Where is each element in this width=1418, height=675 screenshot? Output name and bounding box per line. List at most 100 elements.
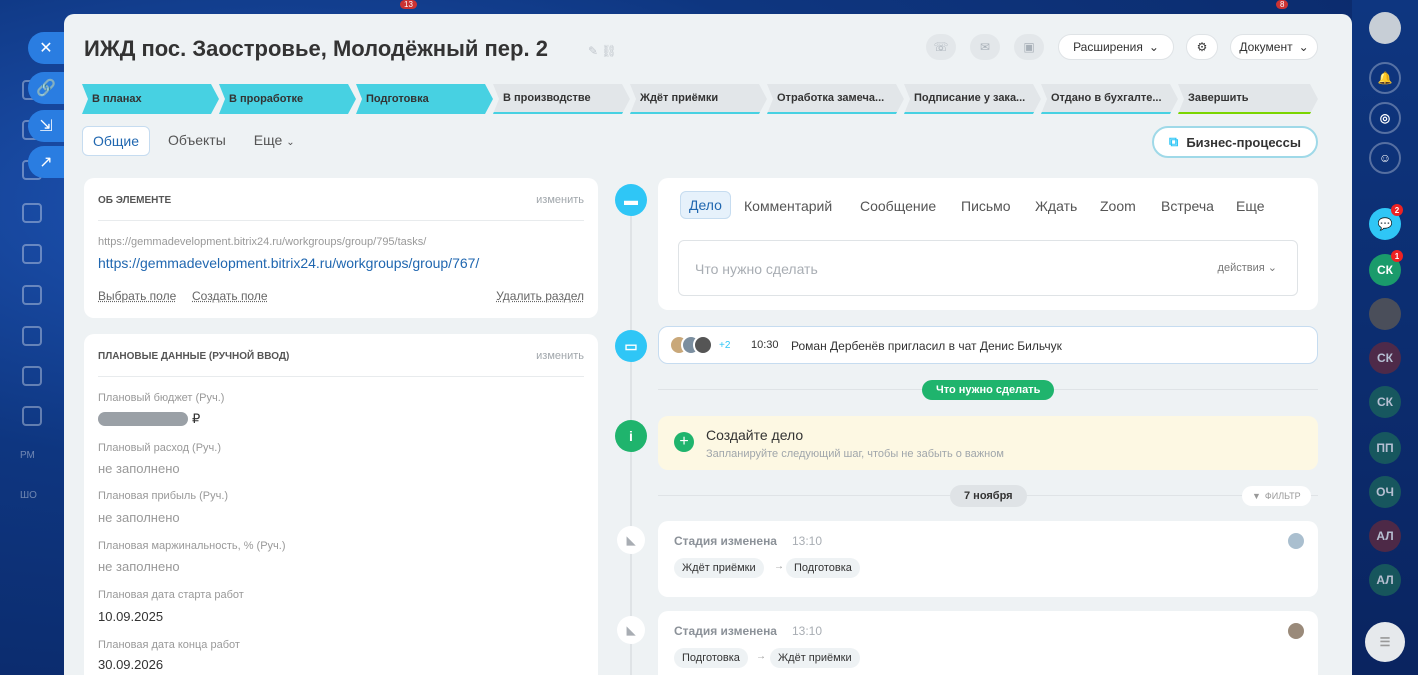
- stage-from: Подготовка: [674, 648, 748, 668]
- history-time: 13:10: [792, 534, 823, 548]
- copy-link-button[interactable]: 🔗: [28, 72, 64, 104]
- stage-item[interactable]: Подписание у зака...: [904, 84, 1041, 114]
- chat-avatar[interactable]: СК 1: [1369, 250, 1403, 286]
- tag-icon: ◣: [617, 616, 645, 644]
- process-icon: ⧉: [1169, 134, 1179, 149]
- document-label: Документ: [1239, 40, 1293, 54]
- chat-avatar[interactable]: СК: [1369, 342, 1401, 374]
- plus-icon[interactable]: +: [674, 432, 694, 452]
- business-processes-button[interactable]: ⧉ Бизнес-процессы: [1152, 126, 1318, 158]
- stage-item[interactable]: Отдано в бухгалте...: [1041, 84, 1178, 114]
- activity-tab[interactable]: Еще: [1236, 198, 1265, 214]
- avatar-initials: СК: [1377, 351, 1393, 365]
- card-icon[interactable]: [22, 326, 42, 346]
- actions-label: действия: [1217, 262, 1265, 274]
- field-value: ₽: [192, 411, 201, 426]
- phone-icon[interactable]: ☏: [926, 34, 956, 60]
- chat-avatar[interactable]: ПП: [1369, 432, 1401, 464]
- activity-tab[interactable]: Сообщение: [860, 198, 936, 214]
- activity-tab[interactable]: Письмо: [961, 198, 1011, 214]
- avatar-initials: ПП: [1376, 441, 1394, 455]
- more-count: +2: [719, 340, 731, 351]
- history-time: 13:10: [792, 624, 823, 638]
- delete-section-link[interactable]: Удалить раздел: [496, 289, 584, 303]
- stage-item[interactable]: Отработка замеча...: [767, 84, 904, 114]
- chat-avatar[interactable]: АЛ: [1369, 520, 1401, 552]
- stage-item[interactable]: В планах: [82, 84, 219, 114]
- create-field-link[interactable]: Создать поле: [192, 289, 268, 303]
- users-icon[interactable]: [22, 406, 42, 426]
- chat-event[interactable]: +2 10:30 Роман Дербенёв пригласил в чат …: [658, 326, 1318, 364]
- filter-icon: ▼: [1252, 491, 1261, 501]
- stage-item[interactable]: Ждёт приёмки: [630, 84, 767, 114]
- create-task-title: Создайте дело: [706, 427, 804, 443]
- menu-label[interactable]: РМ: [20, 450, 35, 461]
- left-menu: РМ ШО ✕ 🔗 ⇲ ↗: [0, 0, 64, 675]
- stage-to: Ждёт приёмки: [770, 648, 860, 668]
- tab-objects[interactable]: Объекты: [158, 126, 236, 156]
- edit-title-icon[interactable]: ✎ ⛓: [588, 44, 617, 58]
- support-icon[interactable]: ☺: [1369, 142, 1401, 174]
- activity-tab[interactable]: Встреча: [1161, 198, 1214, 214]
- group-link[interactable]: https://gemmadevelopment.bitrix24.ru/wor…: [98, 255, 479, 271]
- menu-label[interactable]: ШО: [20, 490, 37, 501]
- chevron-down-icon: ⌄: [1298, 40, 1309, 54]
- tag-icon: ◣: [617, 526, 645, 554]
- field-value: 10.09.2025: [98, 609, 164, 624]
- stage-item[interactable]: Подготовка: [356, 84, 493, 114]
- edit-link[interactable]: изменить: [536, 194, 584, 206]
- mail-icon[interactable]: [22, 366, 42, 386]
- filter-button[interactable]: ▼ ФИЛЬТР: [1242, 486, 1311, 506]
- chat-avatar[interactable]: АЛ: [1369, 564, 1401, 596]
- chat-avatar[interactable]: [1369, 298, 1401, 330]
- field-label: Плановый расход (Руч.): [98, 442, 221, 454]
- activity-tab[interactable]: Комментарий: [744, 198, 832, 214]
- stage-item[interactable]: В производстве: [493, 84, 630, 114]
- document-icon[interactable]: [22, 203, 42, 223]
- avatar-initials: ОЧ: [1376, 485, 1394, 499]
- create-task-card[interactable]: + Создайте дело Запланируйте следующий ш…: [658, 416, 1318, 470]
- gear-icon: ⚙: [1196, 40, 1208, 54]
- entity-tabs: Общие Объекты Еще ⌄: [82, 126, 305, 156]
- bell-icon[interactable]: 🔔: [1369, 62, 1401, 94]
- calendar-icon[interactable]: [22, 244, 42, 264]
- plan-card: ПЛАНОВЫЕ ДАННЫЕ (РУЧНОЙ ВВОД) изменить П…: [84, 334, 598, 675]
- extensions-button[interactable]: Расширения ⌄: [1058, 34, 1174, 60]
- chat-icon[interactable]: ▣: [1014, 34, 1044, 60]
- mail-icon[interactable]: ✉: [970, 34, 1000, 60]
- history-title: Стадия изменена: [674, 624, 777, 638]
- menu-list-icon[interactable]: ☰: [1365, 622, 1405, 662]
- minimize-button[interactable]: ⇲: [28, 110, 64, 142]
- activity-tab[interactable]: Дело: [680, 191, 731, 219]
- right-rail: 🔔 ◎ ☺ 💬 2 СК 1 СК СК ПП ОЧ АЛ АЛ ☰: [1352, 0, 1418, 675]
- chevron-down-icon: ⌄: [286, 137, 295, 148]
- select-field-link[interactable]: Выбрать поле: [98, 289, 176, 303]
- create-task-hint: Запланируйте следующий шаг, чтобы не заб…: [706, 448, 1004, 460]
- divider: [98, 376, 584, 377]
- field-label: Плановая дата старта работ: [98, 589, 244, 601]
- tab-more[interactable]: Еще ⌄: [244, 126, 305, 156]
- actions-dropdown[interactable]: действия ⌄: [1218, 261, 1277, 274]
- settings-button[interactable]: ⚙: [1186, 34, 1218, 60]
- tab-general[interactable]: Общие: [82, 126, 151, 156]
- chat-icon[interactable]: 💬 2: [1369, 204, 1403, 240]
- task-input[interactable]: Что нужно сделать действия ⌄: [678, 240, 1298, 296]
- profile-avatar[interactable]: [1369, 12, 1401, 44]
- close-slider-button[interactable]: ✕: [28, 32, 64, 64]
- activity-tab[interactable]: Zoom: [1100, 198, 1136, 214]
- chat-badge: 2: [1391, 204, 1403, 216]
- stage-from: Ждёт приёмки: [674, 558, 764, 578]
- open-new-window-button[interactable]: ↗: [28, 146, 64, 178]
- stage-item[interactable]: В проработке: [219, 84, 356, 114]
- copilot-icon[interactable]: ◎: [1369, 102, 1401, 134]
- chat-avatar[interactable]: СК: [1369, 386, 1401, 418]
- chat-avatar[interactable]: ОЧ: [1369, 476, 1401, 508]
- file-icon[interactable]: [22, 285, 42, 305]
- field-label: Плановая маржинальность, % (Руч.): [98, 540, 286, 552]
- edit-link[interactable]: изменить: [536, 350, 584, 362]
- avatar: [1286, 621, 1306, 641]
- document-button[interactable]: Документ ⌄: [1230, 34, 1318, 60]
- hidden-value-mask: [98, 412, 188, 426]
- activity-tab[interactable]: Ждать: [1035, 198, 1077, 214]
- stage-item-finish[interactable]: Завершить: [1178, 84, 1318, 114]
